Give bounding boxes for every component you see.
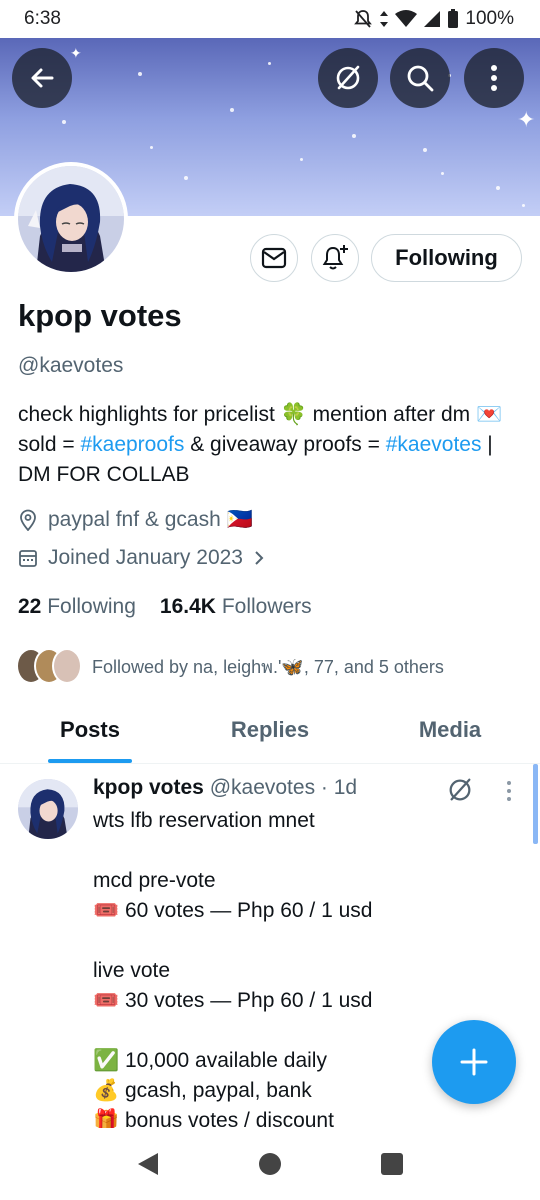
hashtag-link[interactable]: #kaevotes [386,433,482,456]
avatar-image [18,166,124,272]
nav-back-icon[interactable] [136,1151,160,1177]
sparkle-decoration: ✦ [517,107,536,132]
more-vertical-icon [491,65,497,91]
data-arrows-icon [380,11,389,27]
chevron-right-icon [255,551,264,565]
profile-name: kpop votes [18,298,182,333]
profile-handle: @kaevotes [18,354,124,377]
follow-counts: 22 Following 16.4K Followers [18,595,312,619]
joined-text: Joined January 2023 [48,546,243,569]
tab-media[interactable]: Media [360,700,540,763]
search-button[interactable] [390,48,450,108]
battery-percent: 100% [465,8,514,29]
compose-plus-icon [460,1048,488,1076]
followed-by-text: Followed by na, leighพ.'🦋, 77, and 5 oth… [92,656,444,677]
following-button[interactable]: Following [371,234,522,282]
tab-posts[interactable]: Posts [0,700,180,763]
back-arrow-icon [31,68,54,88]
followers-count-link[interactable]: 16.4K Followers [160,595,312,619]
message-button[interactable] [250,234,298,282]
grok-icon[interactable] [446,776,474,804]
location-pin-icon [20,509,36,531]
post-handle-time: @kaevotes · 1d [209,776,358,799]
location-text: paypal fnf & gcash 🇵🇭 [48,508,253,531]
notifications-off-icon [354,10,373,28]
cell-signal-icon [424,11,441,27]
following-count-link[interactable]: 22 Following [18,595,136,619]
back-button[interactable] [12,48,72,108]
sparkle-decoration: ✦ [70,45,82,61]
notifications-button[interactable] [311,234,359,282]
mail-icon [261,247,287,269]
scrollbar-thumb[interactable] [533,764,538,844]
profile-tabs: Posts Replies Media [0,700,540,764]
profile-avatar[interactable] [14,162,128,276]
post-author-name[interactable]: kpop votes [93,776,204,799]
grok-icon [336,65,360,90]
followers-label: Followers [221,595,312,618]
status-bar: 6:38 100% [0,0,540,38]
hashtag-link[interactable]: #kaeproofs [80,433,184,456]
post-header: kpop votes @kaevotes · 1d [93,776,357,800]
status-time: 6:38 [24,8,61,29]
follower-avatar [52,648,82,684]
following-label: Following [47,595,136,618]
search-icon [407,65,434,92]
nav-recents-icon[interactable] [380,1152,404,1176]
tab-replies[interactable]: Replies [180,700,360,763]
system-nav-bar [0,1128,540,1200]
wifi-icon [395,10,418,27]
profile-location: paypal fnf & gcash 🇵🇭 [18,508,253,532]
avatar-image [18,779,78,839]
following-count: 22 [18,595,42,618]
followed-by-row[interactable]: Followed by na, leighพ.'🦋, 77, and 5 oth… [16,648,444,684]
battery-icon [448,9,459,28]
post-author-avatar[interactable] [18,779,78,839]
calendar-icon [19,550,37,567]
grok-button[interactable] [318,48,378,108]
status-icons: 100% [353,8,514,30]
nav-home-icon[interactable] [258,1152,282,1176]
post-more-icon[interactable] [506,780,512,802]
profile-joined[interactable]: Joined January 2023 [18,546,265,570]
bio-text: & giveaway proofs = [184,433,386,456]
profile-bio: check highlights for pricelist 🍀 mention… [18,400,518,490]
compose-button[interactable] [432,1020,516,1104]
bell-plus-icon [322,245,348,270]
followers-count: 16.4K [159,595,216,618]
more-options-button[interactable] [464,48,524,108]
